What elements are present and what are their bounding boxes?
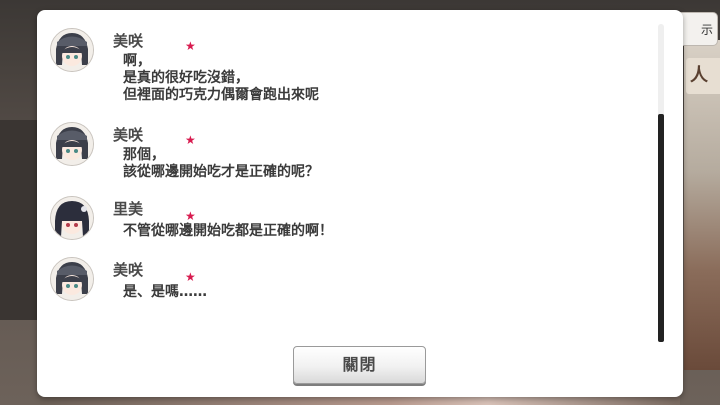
dialogue-line: 啊， bbox=[123, 53, 151, 69]
backlog-dialog: 美咲 ★ 啊， 是真的很好吃沒錯， 但裡面的巧克力偶爾會跑出來呢 美咲 ★ 那個… bbox=[37, 10, 683, 397]
speaker-name: 美咲 bbox=[113, 126, 144, 144]
misaki-avatar bbox=[50, 28, 94, 72]
close-button[interactable]: 關閉 bbox=[293, 346, 426, 384]
misaki-avatar bbox=[50, 257, 94, 301]
dialogue-line: 不管從哪邊開始吃都是正確的啊！ bbox=[123, 223, 333, 239]
scrollbar-thumb[interactable] bbox=[658, 114, 664, 342]
dialogue-line: 該從哪邊開始吃才是正確的呢？ bbox=[123, 164, 319, 180]
dialogue-line: 是、是嗎…… bbox=[123, 284, 207, 300]
rimi-avatar bbox=[50, 196, 94, 240]
star-icon: ★ bbox=[185, 209, 196, 223]
misaki-avatar bbox=[50, 122, 94, 166]
dialogue-line: 但裡面的巧克力偶爾會跑出來呢 bbox=[123, 87, 319, 103]
speaker-name: 美咲 bbox=[113, 261, 144, 279]
log-scrollbar[interactable] bbox=[658, 24, 664, 342]
star-icon: ★ bbox=[185, 270, 196, 284]
star-icon: ★ bbox=[185, 39, 196, 53]
speaker-name: 美咲 bbox=[113, 32, 144, 50]
backlog-list: 美咲 ★ 啊， 是真的很好吃沒錯， 但裡面的巧克力偶爾會跑出來呢 美咲 ★ 那個… bbox=[37, 10, 657, 340]
star-icon: ★ bbox=[185, 133, 196, 147]
dialogue-line: 是真的很好吃沒錯， bbox=[123, 70, 249, 86]
background-sign: 人精 bbox=[686, 58, 720, 94]
dialogue-line: 那個， bbox=[123, 147, 165, 163]
speaker-name: 里美 bbox=[113, 200, 144, 218]
